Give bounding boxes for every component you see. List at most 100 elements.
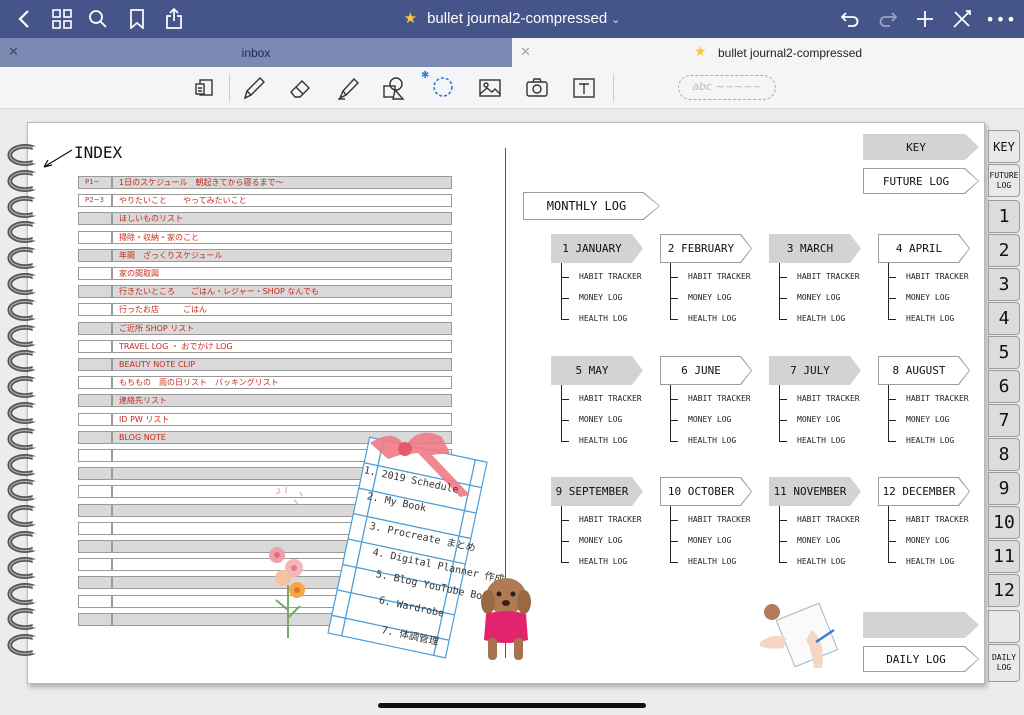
side-tab[interactable]: 9 (988, 472, 1020, 505)
side-tab[interactable]: 1 (988, 200, 1020, 233)
side-tab[interactable]: 6 (988, 370, 1020, 403)
sticker-placeholder[interactable]: abc ~~~~~ (678, 75, 776, 100)
pen-icon[interactable] (241, 75, 267, 101)
monthly-log-link[interactable]: MONTHLY LOG (523, 192, 660, 220)
camera-icon[interactable] (524, 75, 550, 101)
index-row[interactable]: BEAUTY NOTE CLIP (78, 358, 452, 371)
favorite-star-icon[interactable]: ★ (404, 10, 417, 27)
month-sublink[interactable]: HABIT TRACKER (906, 272, 969, 281)
month-link[interactable]: 10 OCTOBER (660, 477, 752, 506)
chevron-down-icon[interactable]: ⌄ (611, 14, 620, 26)
month-sublink[interactable]: HEALTH LOG (797, 436, 845, 445)
side-tab[interactable]: 5 (988, 336, 1020, 369)
month-sublink[interactable]: HABIT TRACKER (906, 515, 969, 524)
index-row[interactable]: 掃除・収納・家のこと (78, 230, 452, 244)
month-sublink[interactable]: MONEY LOG (688, 415, 731, 424)
month-sublink[interactable]: MONEY LOG (579, 536, 622, 545)
month-sublink[interactable]: HABIT TRACKER (688, 272, 751, 281)
month-sublink[interactable]: HEALTH LOG (906, 314, 954, 323)
tab-inbox[interactable]: ✕ inbox (0, 38, 512, 67)
index-row[interactable]: 行ったお店 ごはん (78, 303, 452, 317)
side-tab[interactable]: DAILY LOG (988, 644, 1020, 682)
index-row[interactable]: 年間 ざっくりスケジュール (78, 248, 452, 262)
index-row[interactable]: ご近所 SHOP リスト (78, 321, 452, 335)
month-sublink[interactable]: HABIT TRACKER (688, 394, 751, 403)
month-sublink[interactable]: HABIT TRACKER (688, 515, 751, 524)
lasso-icon[interactable] (430, 75, 456, 101)
page-mode-icon[interactable] (192, 75, 218, 101)
side-tab[interactable]: 12 (988, 574, 1020, 607)
month-link[interactable]: 8 AUGUST (878, 356, 970, 385)
side-tab[interactable]: FUTURE LOG (988, 164, 1020, 197)
side-tab[interactable]: 10 (988, 506, 1020, 539)
more-icon[interactable]: ••• (985, 7, 1015, 31)
close-pen-icon[interactable] (950, 7, 974, 31)
month-sublink[interactable]: HEALTH LOG (579, 557, 627, 566)
index-row[interactable]: 行きたいところ ごはん・レジャー・SHOP なんでも (78, 285, 452, 299)
side-tab[interactable]: 2 (988, 234, 1020, 267)
month-sublink[interactable]: HABIT TRACKER (579, 515, 642, 524)
month-sublink[interactable]: MONEY LOG (579, 293, 622, 302)
future-log-link[interactable]: FUTURE LOG (863, 168, 979, 194)
month-link[interactable]: 6 JUNE (660, 356, 752, 385)
index-row[interactable]: P2~3 やりたいこと やってみたいこと (78, 194, 452, 208)
month-sublink[interactable]: HABIT TRACKER (797, 394, 860, 403)
month-sublink[interactable]: MONEY LOG (579, 415, 622, 424)
redo-icon[interactable] (876, 7, 900, 31)
daily-log-link[interactable]: DAILY LOG (863, 646, 979, 672)
month-link[interactable]: 4 APRIL (878, 234, 970, 263)
month-sublink[interactable]: HEALTH LOG (688, 557, 736, 566)
side-tab[interactable]: 11 (988, 540, 1020, 573)
month-sublink[interactable]: HEALTH LOG (797, 557, 845, 566)
month-link[interactable]: 1 JANUARY (551, 234, 643, 263)
month-sublink[interactable]: HABIT TRACKER (579, 394, 642, 403)
index-row[interactable]: 家の間取図 (78, 267, 452, 280)
document-title[interactable]: ★ bullet journal2-compressed ⌄ (0, 9, 1024, 27)
blank-link[interactable] (863, 612, 979, 638)
add-icon[interactable] (913, 7, 937, 31)
index-row[interactable]: もちもの 雨の日リスト パッキングリスト (78, 376, 452, 390)
month-sublink[interactable]: HEALTH LOG (906, 436, 954, 445)
text-icon[interactable] (571, 75, 597, 101)
side-tab[interactable] (988, 610, 1020, 643)
eraser-icon[interactable] (288, 75, 314, 101)
month-sublink[interactable]: MONEY LOG (906, 293, 949, 302)
month-sublink[interactable]: HABIT TRACKER (797, 272, 860, 281)
month-sublink[interactable]: HEALTH LOG (688, 314, 736, 323)
close-tab-icon[interactable]: ✕ (520, 44, 531, 60)
month-sublink[interactable]: HEALTH LOG (579, 436, 627, 445)
month-sublink[interactable]: HABIT TRACKER (797, 515, 860, 524)
month-sublink[interactable]: MONEY LOG (906, 415, 949, 424)
month-link[interactable]: 12 DECEMBER (878, 477, 970, 506)
month-link[interactable]: 7 JULY (769, 356, 861, 385)
highlighter-icon[interactable] (335, 75, 361, 101)
month-sublink[interactable]: HABIT TRACKER (906, 394, 969, 403)
month-sublink[interactable]: MONEY LOG (906, 536, 949, 545)
shapes-icon[interactable] (381, 75, 407, 101)
side-tab[interactable]: 8 (988, 438, 1020, 471)
month-sublink[interactable]: MONEY LOG (688, 293, 731, 302)
month-sublink[interactable]: HABIT TRACKER (579, 272, 642, 281)
side-tab[interactable]: 7 (988, 404, 1020, 437)
month-link[interactable]: 11 NOVEMBER (769, 477, 861, 506)
month-sublink[interactable]: HEALTH LOG (579, 314, 627, 323)
month-link[interactable]: 3 MARCH (769, 234, 861, 263)
month-link[interactable]: 5 MAY (551, 356, 643, 385)
undo-icon[interactable] (838, 7, 862, 31)
month-sublink[interactable]: MONEY LOG (797, 536, 840, 545)
month-link[interactable]: 2 FEBRUARY (660, 234, 752, 263)
month-sublink[interactable]: HEALTH LOG (906, 557, 954, 566)
side-tab[interactable]: 3 (988, 268, 1020, 301)
image-icon[interactable] (477, 75, 503, 101)
month-sublink[interactable]: MONEY LOG (797, 293, 840, 302)
month-sublink[interactable]: HEALTH LOG (688, 436, 736, 445)
key-link[interactable]: KEY (863, 134, 979, 160)
tab-bullet-journal[interactable]: ✕ ★ bullet journal2-compressed (512, 38, 1024, 67)
month-sublink[interactable]: MONEY LOG (797, 415, 840, 424)
index-row[interactable]: 連絡先リスト (78, 394, 452, 408)
month-sublink[interactable]: HEALTH LOG (797, 314, 845, 323)
side-tab[interactable]: 4 (988, 302, 1020, 335)
side-tab[interactable]: KEY (988, 130, 1020, 163)
index-row[interactable]: ほしいものリスト (78, 212, 452, 226)
index-row[interactable]: ID PW リスト (78, 412, 452, 426)
